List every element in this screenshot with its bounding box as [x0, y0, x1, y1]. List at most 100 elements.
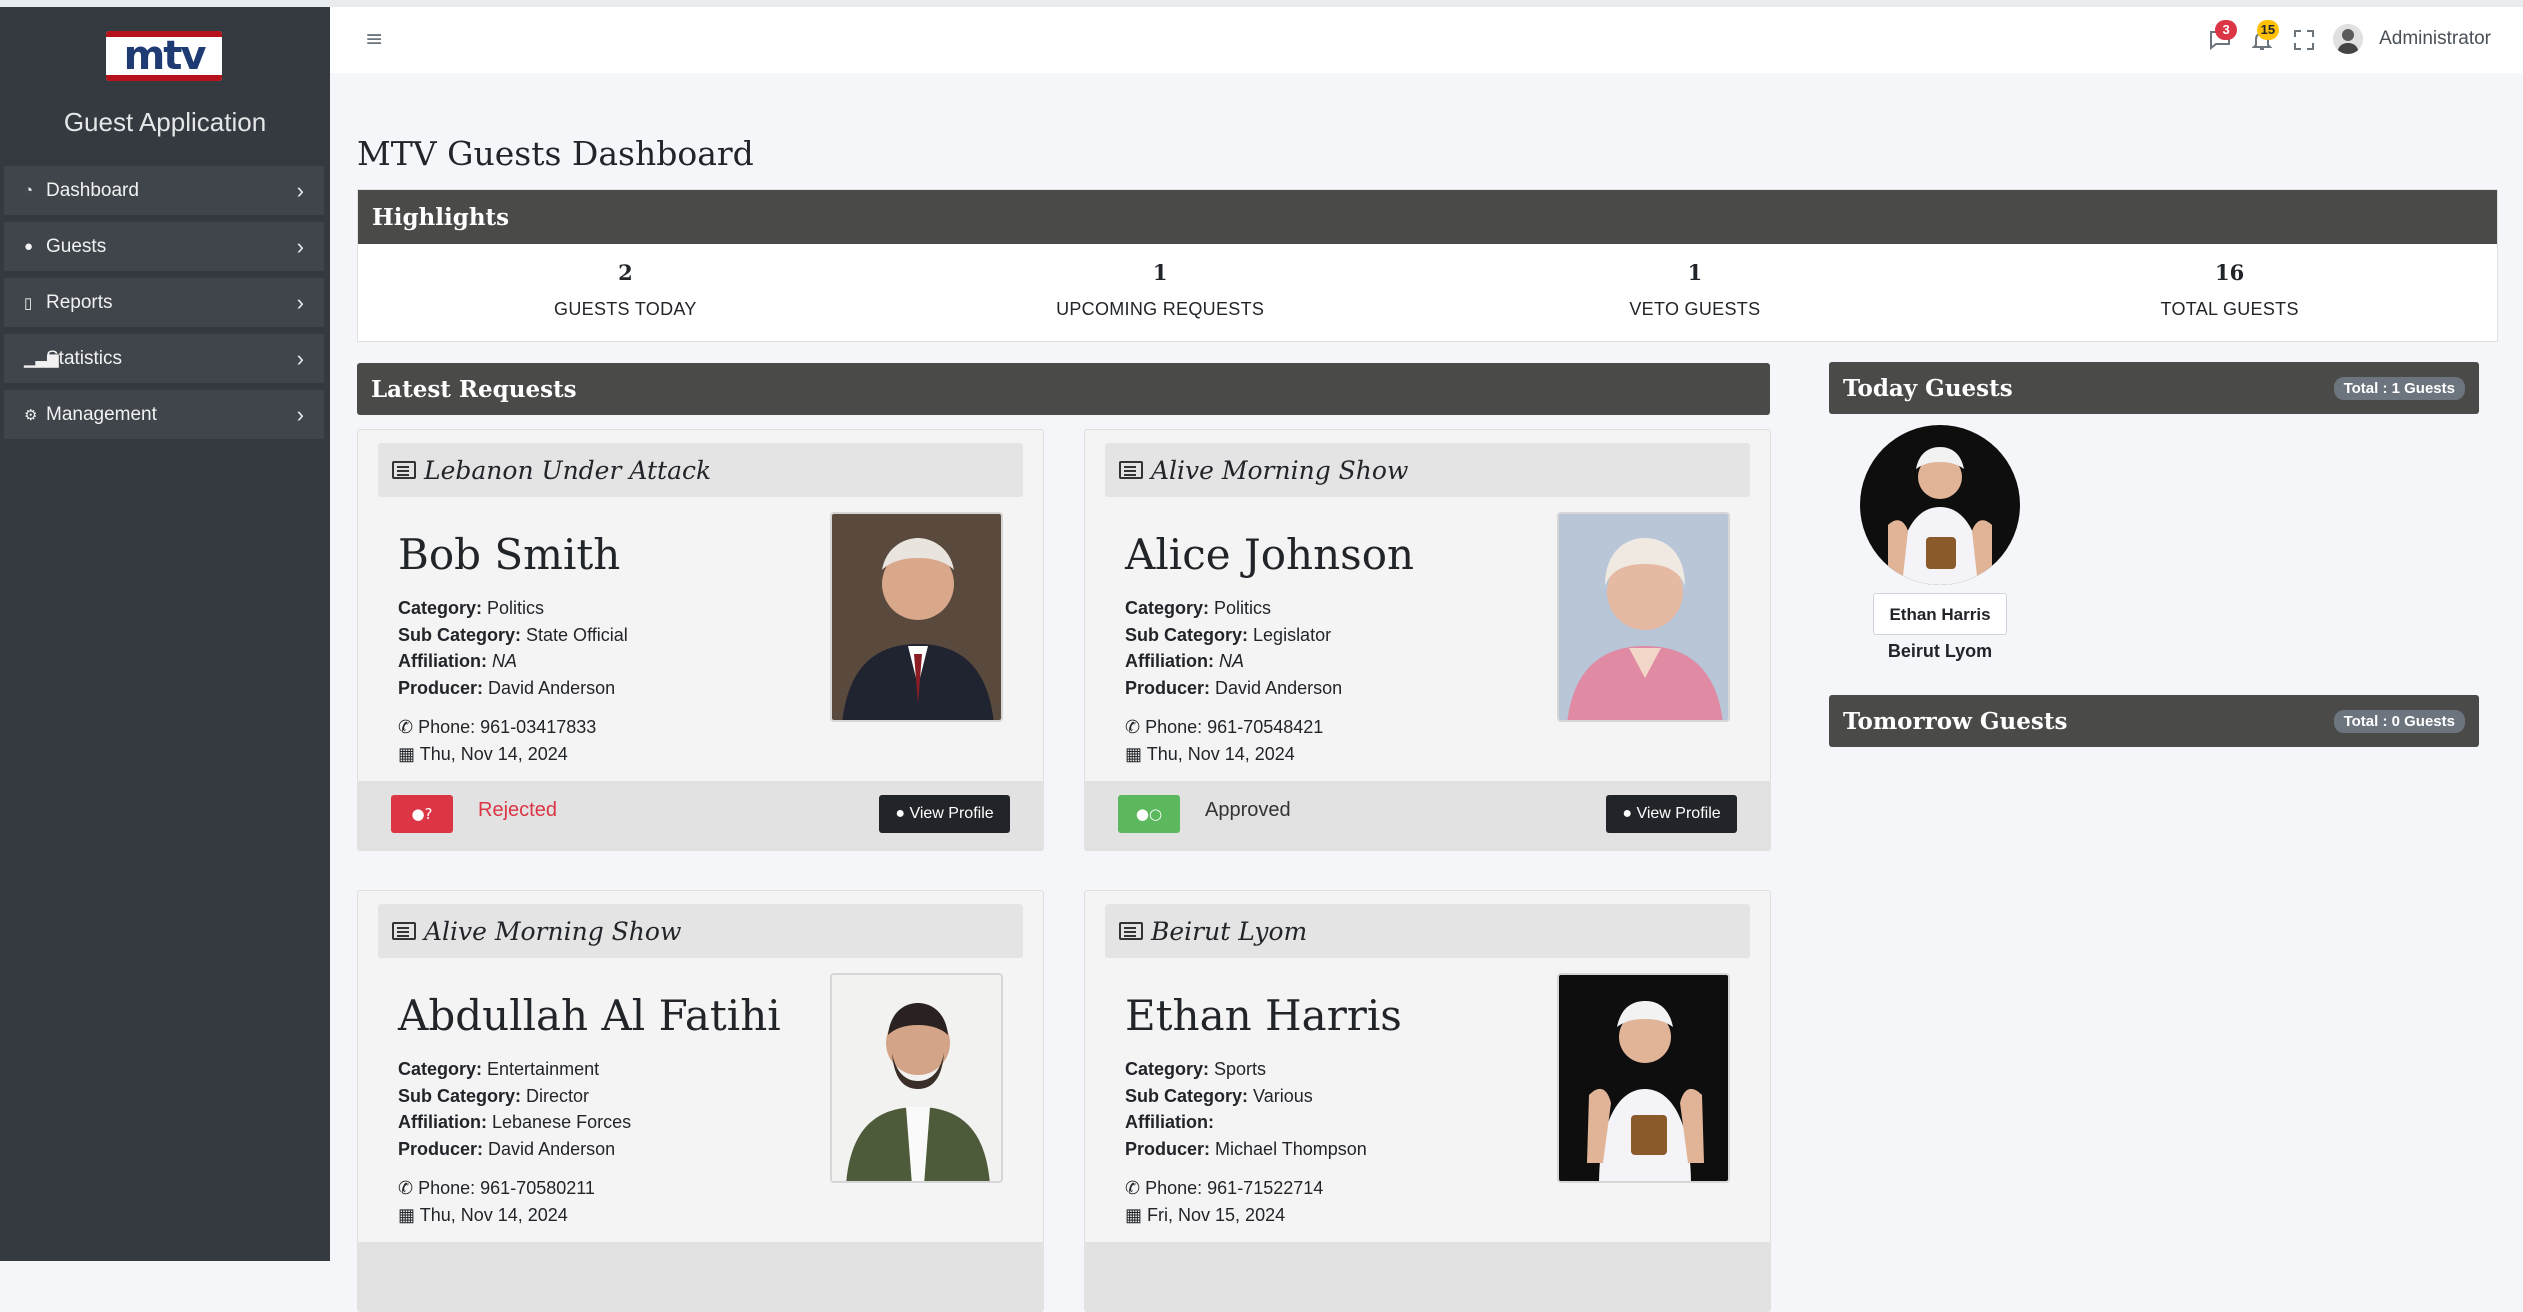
list-icon — [1119, 922, 1143, 940]
stat-veto-guests: 1 VETO GUESTS — [1428, 244, 1963, 343]
stat-upcoming-requests: 1 UPCOMING REQUESTS — [893, 244, 1428, 343]
affiliation-value: NA — [1219, 651, 1245, 671]
producer-label: Producer: — [398, 1138, 484, 1159]
sidebar-item-label: Guests — [46, 235, 107, 257]
producer-value: Michael Thompson — [1215, 1138, 1367, 1159]
stat-label: VETO GUESTS — [1629, 299, 1761, 319]
messages-count-badge: 3 — [2215, 20, 2238, 40]
notifications-button[interactable]: 15 — [2249, 20, 2280, 54]
guest-avatar[interactable] — [1860, 425, 2020, 585]
request-footer — [358, 1242, 1043, 1311]
sub-category-value: Various — [1253, 1085, 1313, 1106]
sub-category-value: Legislator — [1253, 624, 1332, 645]
today-guest-show: Beirut Lyom — [1887, 641, 1993, 661]
category-value: Sports — [1214, 1059, 1267, 1079]
list-icon — [392, 922, 416, 940]
stat-value: 2 — [618, 260, 633, 285]
request-status: Rejected — [478, 799, 557, 821]
category-label: Category: — [398, 598, 483, 618]
producer-label: Producer: — [1125, 677, 1211, 698]
show-title: Lebanon Under Attack — [424, 455, 712, 485]
calendar-icon: ▦ — [398, 1204, 416, 1225]
sidebar: mtv Guest Application ◔ Dashboard › ● Gu… — [0, 7, 330, 1261]
producer-value: David Anderson — [1215, 677, 1343, 698]
guest-info: Category: Sports Sub Category: Various A… — [1125, 1056, 1367, 1228]
request-show: Alive Morning Show — [1105, 443, 1750, 497]
calendar-icon: ▦ — [1125, 1204, 1143, 1225]
phone-icon: ✆ — [398, 717, 414, 737]
affiliation-value: NA — [492, 651, 518, 671]
sidebar-menu: ◔ Dashboard › ● Guests › ▯ Reports › ▁▃▆… — [4, 166, 324, 446]
stat-guests-today: 2 GUESTS TODAY — [358, 244, 893, 343]
show-title: Alive Morning Show — [1151, 455, 1409, 485]
highlights-card: Highlights 2 GUESTS TODAY 1 UPCOMING REQ… — [357, 189, 2498, 342]
stat-label: TOTAL GUESTS — [2160, 299, 2299, 319]
sub-category-value: Director — [526, 1085, 590, 1106]
request-show: Beirut Lyom — [1105, 904, 1750, 958]
sidebar-item-label: Management — [46, 403, 157, 425]
phone-icon: ✆ — [1125, 1178, 1141, 1198]
logo-text: mtv — [123, 33, 207, 79]
sub-category-label: Sub Category: — [398, 1085, 522, 1106]
today-guest-name[interactable]: Ethan Harris — [1873, 593, 2007, 635]
request-footer: ●? Rejected ● View Profile — [358, 781, 1043, 850]
affiliation-label: Affiliation: — [398, 651, 487, 671]
sidebar-item-reports[interactable]: ▯ Reports › — [4, 278, 324, 327]
sub-category-value: State Official — [526, 624, 628, 645]
list-icon — [392, 461, 416, 479]
today-guest-item: Ethan Harris Beirut Lyom — [1860, 425, 2020, 662]
phone-icon: ✆ — [398, 1178, 414, 1198]
date-value: Thu, Nov 14, 2024 — [1146, 743, 1295, 764]
page-title: MTV Guests Dashboard — [357, 134, 754, 173]
producer-value: David Anderson — [488, 677, 616, 698]
phone-value: Phone: 961-70580211 — [418, 1178, 595, 1198]
user-avatar[interactable] — [2333, 24, 2364, 54]
status-toggle-button[interactable]: ●? — [391, 795, 453, 833]
affiliation-label: Affiliation: — [1125, 1112, 1214, 1132]
view-profile-button[interactable]: ● View Profile — [879, 795, 1010, 833]
user-name[interactable]: Administrator — [2379, 28, 2491, 50]
sidebar-item-dashboard[interactable]: ◔ Dashboard › — [4, 166, 324, 215]
category-value: Politics — [487, 598, 545, 618]
user-icon: ● — [1622, 805, 1633, 822]
phone-icon: ✆ — [1125, 717, 1141, 737]
sidebar-item-statistics[interactable]: ▁▃▆ Statistics › — [4, 334, 324, 383]
file-icon: ▯ — [24, 294, 33, 312]
top-navbar: ≡ 3 15 Administrator — [330, 7, 2523, 73]
guest-name: Abdullah Al Fatihi — [398, 991, 781, 1040]
request-footer: ●○ Approved ● View Profile — [1085, 781, 1770, 850]
hamburger-menu-icon[interactable]: ≡ — [365, 27, 383, 52]
phone-value: Phone: 961-03417833 — [418, 717, 597, 737]
request-footer — [1085, 1242, 1770, 1311]
bar-chart-icon: ▁▃▆ — [24, 350, 59, 368]
fullscreen-button[interactable] — [2291, 24, 2317, 54]
request-show: Lebanon Under Attack — [378, 443, 1023, 497]
category-value: Politics — [1214, 598, 1272, 618]
latest-requests-title: Latest Requests — [371, 375, 577, 403]
sidebar-item-guests[interactable]: ● Guests › — [4, 222, 324, 271]
view-profile-label: View Profile — [1636, 805, 1721, 822]
guest-photo — [830, 973, 1003, 1183]
guest-name: Bob Smith — [398, 530, 621, 579]
sidebar-item-label: Statistics — [46, 347, 123, 369]
category-label: Category: — [1125, 1059, 1210, 1079]
today-guests-header: Today Guests Total : 1 Guests — [1829, 362, 2479, 414]
date-value: Thu, Nov 14, 2024 — [419, 1204, 568, 1225]
producer-label: Producer: — [398, 677, 484, 698]
tomorrow-guests-header: Tomorrow Guests Total : 0 Guests — [1829, 695, 2479, 747]
show-title: Alive Morning Show — [424, 916, 682, 946]
messages-button[interactable]: 3 — [2207, 20, 2238, 54]
view-profile-button[interactable]: ● View Profile — [1606, 795, 1737, 833]
stat-value: 1 — [1152, 260, 1168, 285]
guest-photo — [1557, 973, 1730, 1183]
chevron-right-icon: › — [296, 345, 304, 371]
status-toggle-button[interactable]: ●○ — [1118, 795, 1180, 833]
tomorrow-guests-total-badge: Total : 0 Guests — [2333, 709, 2465, 733]
producer-label: Producer: — [1125, 1138, 1211, 1159]
show-title: Beirut Lyom — [1151, 916, 1308, 946]
view-profile-label: View Profile — [909, 805, 994, 822]
sidebar-item-management[interactable]: ⚙ Management › — [4, 390, 324, 439]
guest-info: Category: Politics Sub Category: State O… — [398, 595, 628, 767]
request-card: Beirut Lyom Ethan Harris Category: Sport… — [1084, 890, 1771, 1312]
mtv-logo[interactable]: mtv — [106, 31, 222, 81]
